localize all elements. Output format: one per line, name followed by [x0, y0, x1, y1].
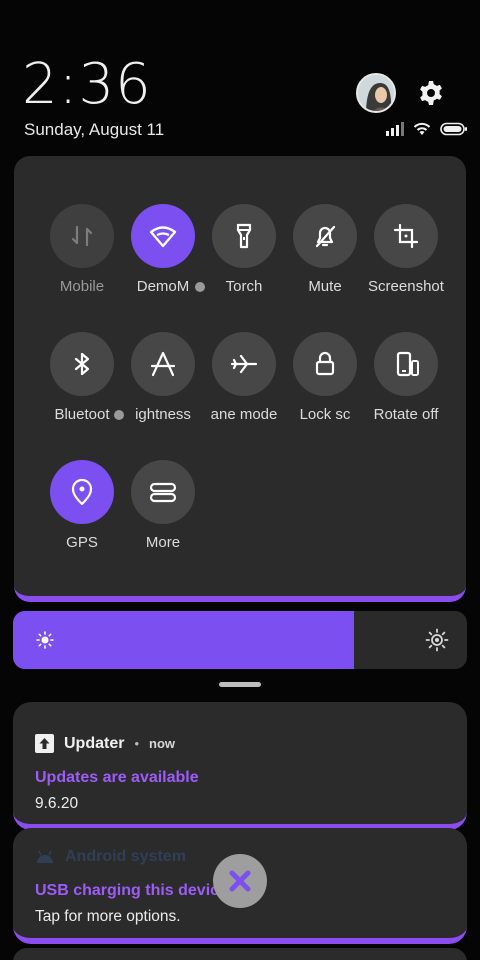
screenshot-icon: [374, 204, 438, 268]
tile-label: ightness: [135, 406, 191, 423]
tile-label: Rotate off: [373, 406, 439, 423]
tile-lock-screen[interactable]: Lock sc: [284, 332, 366, 442]
signal-icon: [386, 122, 404, 136]
tile-auto-brightness[interactable]: ightness: [122, 332, 204, 442]
tile-label: Bluetoot: [54, 406, 110, 423]
mobile-data-icon: [50, 204, 114, 268]
tile-torch[interactable]: Torch: [203, 204, 285, 314]
notification-title: Updates are available: [35, 769, 199, 786]
clear-all-button[interactable]: [213, 854, 267, 908]
notification-body: 9.6.20: [35, 795, 79, 812]
tile-more[interactable]: More: [122, 460, 204, 570]
lock-icon: [293, 332, 357, 396]
app-name: Android system: [65, 848, 186, 865]
tile-demo-wifi[interactable]: DemoM: [122, 204, 204, 314]
wifi-icon: [131, 204, 195, 268]
tile-label: Mobile: [59, 278, 105, 295]
tile-mobile-data[interactable]: Mobile: [41, 204, 123, 314]
next-notification-edge: [13, 948, 467, 960]
tile-label: GPS: [66, 534, 98, 551]
sun-low-icon: [35, 630, 55, 650]
tile-screenshot[interactable]: Screenshot: [365, 204, 447, 314]
notification-header: Android system: [35, 848, 186, 866]
wifi-icon: [413, 122, 431, 135]
tile-label: DemoM: [136, 278, 190, 295]
battery-icon: [440, 122, 467, 136]
status-icons: [386, 121, 468, 137]
brightness-slider[interactable]: [13, 611, 467, 669]
tile-bluetooth[interactable]: Bluetoot: [41, 332, 123, 442]
tile-label: Torch: [225, 278, 263, 295]
separator: •: [134, 736, 140, 751]
tile-label: Mute: [308, 278, 342, 295]
tile-airplane-mode[interactable]: ane mode: [203, 332, 285, 442]
more-icon: [131, 460, 195, 524]
user-avatar[interactable]: [356, 73, 396, 113]
mute-icon: [293, 204, 357, 268]
airplane-icon: [212, 332, 276, 396]
app-name: Updater: [64, 734, 125, 752]
auto-brightness-icon: [131, 332, 195, 396]
clock[interactable]: 2:36: [22, 52, 152, 117]
tile-label: Screenshot: [368, 278, 444, 295]
tile-label: ane mode: [210, 406, 278, 423]
android-icon: [37, 850, 53, 863]
date[interactable]: Sunday, August 11: [24, 120, 164, 140]
tile-gps[interactable]: GPS: [41, 460, 123, 570]
torch-icon: [212, 204, 276, 268]
rotate-icon: [374, 332, 438, 396]
tile-label: Lock sc: [299, 406, 351, 423]
gps-icon: [50, 460, 114, 524]
tile-rotate[interactable]: Rotate off: [365, 332, 447, 442]
close-icon: [229, 870, 251, 892]
notification-updater[interactable]: Updater • now Updates are available 9.6.…: [13, 702, 467, 830]
sun-high-icon: [425, 628, 449, 652]
tile-mute[interactable]: Mute: [284, 204, 366, 314]
bluetooth-icon: [50, 332, 114, 396]
brightness-fill: [13, 611, 354, 669]
notification-header: Updater • now: [35, 734, 175, 753]
notification-title: USB charging this device: [35, 882, 228, 899]
notification-body: Tap for more options.: [35, 908, 181, 925]
quick-settings-panel: Mobile DemoM Torch Mute Screenshot Bluet…: [14, 156, 466, 602]
notification-time: now: [149, 736, 176, 751]
upload-arrow-icon: [35, 734, 54, 753]
tile-label: More: [145, 534, 181, 551]
gear-icon[interactable]: [416, 78, 446, 108]
drag-handle[interactable]: [219, 682, 261, 687]
status-area: 2:36 Sunday, August 11: [0, 0, 480, 150]
